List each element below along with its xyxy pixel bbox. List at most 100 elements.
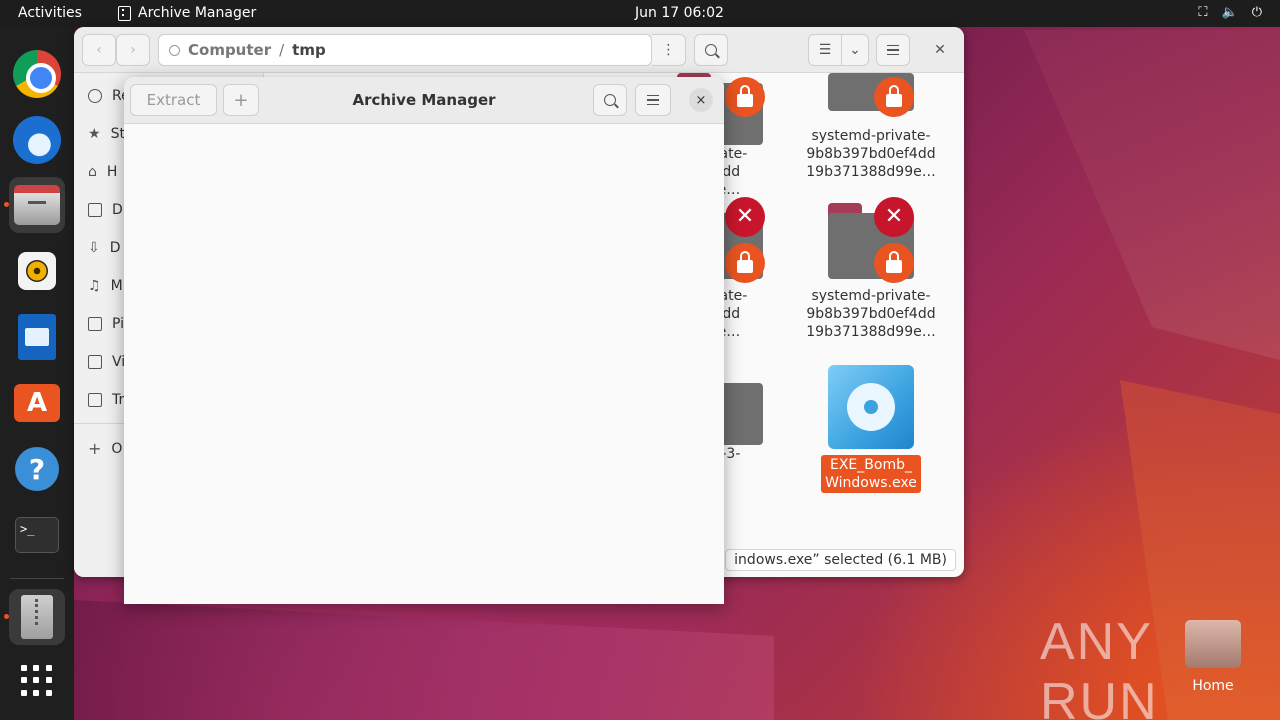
music-icon: ♫ [88, 278, 101, 294]
desktop-home-label: Home [1192, 678, 1234, 694]
wallpaper-shard [1024, 30, 1280, 360]
files-icon [14, 185, 60, 225]
sidebar-item-home[interactable]: ⌂ H [88, 164, 117, 180]
lock-icon [725, 243, 765, 283]
forward-button[interactable]: › [116, 34, 150, 66]
close-button[interactable]: ✕ [926, 34, 954, 66]
x-icon: ✕ [725, 197, 765, 237]
download-icon: ⇩ [88, 240, 100, 256]
lock-icon [874, 77, 914, 117]
path-separator: / [279, 41, 285, 59]
anyrun-watermark: ANY RUN [1040, 613, 1159, 720]
dock-files[interactable] [9, 177, 65, 233]
path-root[interactable]: Computer [188, 41, 271, 59]
thunderbird-icon [13, 116, 61, 164]
x-icon: ✕ [874, 197, 914, 237]
lock-icon [874, 243, 914, 283]
view-options-button[interactable]: ⌄ [841, 34, 869, 66]
hamburger-icon [887, 45, 899, 55]
lock-icon [725, 77, 765, 117]
gear-icon [847, 383, 895, 431]
dock-writer[interactable] [9, 309, 65, 365]
archive-content-area[interactable] [124, 124, 724, 604]
sidebar-item-videos[interactable]: Vi [88, 354, 125, 370]
dock: A ? >_ [0, 27, 74, 720]
clock-icon [88, 89, 102, 103]
dock-thunderbird[interactable] [9, 112, 65, 168]
view-list-button[interactable]: ☰ [808, 34, 842, 66]
power-icon: ⏻ [1251, 5, 1262, 20]
status-bar: indows.exe” selected (6.1 MB) [725, 549, 956, 571]
document-icon [88, 203, 102, 217]
path-menu-button[interactable]: ⋮ [652, 34, 686, 66]
show-apps-icon [21, 665, 53, 697]
dock-separator [10, 578, 64, 579]
sidebar-item-starred[interactable]: ★ St [88, 126, 125, 142]
running-indicator [4, 614, 9, 619]
path-current[interactable]: tmp [292, 41, 326, 59]
system-tray[interactable]: ⛶ 🔈 ⏻ [1198, 5, 1262, 20]
archive-manager-window: Extract + Archive Manager × [124, 77, 724, 604]
home-folder-icon [1185, 620, 1241, 668]
executable-icon [828, 365, 914, 449]
disk-icon [169, 44, 180, 56]
help-icon: ? [15, 447, 59, 491]
file-item[interactable]: systemd-private- 9b8b397bd0ef4dd 19b3713… [801, 73, 941, 181]
terminal-icon: >_ [15, 517, 59, 553]
search-button[interactable] [694, 34, 728, 66]
main-menu-button[interactable] [876, 34, 910, 66]
files-headerbar: ‹ › Computer / tmp ⋮ ☰ ⌄ ✕ [74, 27, 964, 73]
chrome-icon [13, 50, 61, 98]
dock-app-center[interactable]: A [9, 375, 65, 431]
search-icon [705, 44, 717, 56]
libreoffice-writer-icon [18, 314, 56, 360]
running-indicator [4, 202, 9, 207]
film-icon [88, 355, 102, 369]
dock-archive-manager[interactable] [9, 589, 65, 645]
sidebar-item-other-locations[interactable]: + O [88, 439, 122, 458]
sidebar-item-pictures[interactable]: Pi [88, 316, 124, 332]
volume-icon: 🔈 [1221, 5, 1238, 20]
dock-rhythmbox[interactable] [9, 243, 65, 299]
sidebar-item-documents[interactable]: D [88, 202, 123, 218]
star-icon: ★ [88, 126, 101, 142]
archive-app-icon [118, 5, 131, 21]
show-apps-button[interactable] [9, 653, 65, 709]
home-icon: ⌂ [88, 164, 97, 180]
activities-button[interactable]: Activities [18, 5, 82, 21]
archive-headerbar: Extract + Archive Manager × [124, 77, 724, 124]
archive-manager-icon [21, 595, 53, 639]
dock-chrome[interactable] [9, 46, 65, 102]
extract-button[interactable]: Extract [130, 84, 217, 116]
file-item[interactable]: ✕ systemd-private- 9b8b397bd0ef4dd 19b37… [801, 197, 941, 341]
picture-icon [88, 317, 102, 331]
folder-icon: ✕ [828, 197, 914, 287]
network-icon: ⛶ [1198, 5, 1208, 20]
app-center-icon: A [14, 384, 60, 422]
plus-icon: + [88, 439, 102, 458]
search-button[interactable] [593, 84, 627, 116]
search-icon [604, 94, 616, 106]
path-bar[interactable]: Computer / tmp [158, 34, 652, 66]
sidebar-item-downloads[interactable]: ⇩ D [88, 240, 121, 256]
top-bar: Activities Archive Manager Jun 17 06:02 … [0, 0, 1280, 27]
dock-terminal[interactable]: >_ [9, 507, 65, 563]
main-menu-button[interactable] [635, 84, 671, 116]
app-menu-label: Archive Manager [138, 5, 257, 21]
clock[interactable]: Jun 17 06:02 [635, 5, 724, 21]
close-button[interactable]: × [689, 88, 713, 112]
app-menu[interactable]: Archive Manager [118, 5, 256, 21]
desktop-home-item[interactable]: Home [1184, 620, 1242, 710]
wallpaper-shard [74, 600, 774, 720]
add-files-button[interactable]: + [223, 84, 259, 116]
sidebar-item-trash[interactable]: Tr [88, 392, 124, 408]
folder-icon [828, 73, 914, 117]
selected-file-label: EXE_Bomb_ Windows.exe [821, 455, 921, 493]
rhythmbox-icon [18, 252, 56, 290]
hamburger-icon [647, 95, 659, 105]
trash-icon [88, 393, 102, 407]
dock-help[interactable]: ? [9, 441, 65, 497]
file-item-selected[interactable]: EXE_Bomb_ Windows.exe [801, 365, 941, 493]
back-button[interactable]: ‹ [82, 34, 116, 66]
sidebar-item-music[interactable]: ♫ M [88, 278, 123, 294]
